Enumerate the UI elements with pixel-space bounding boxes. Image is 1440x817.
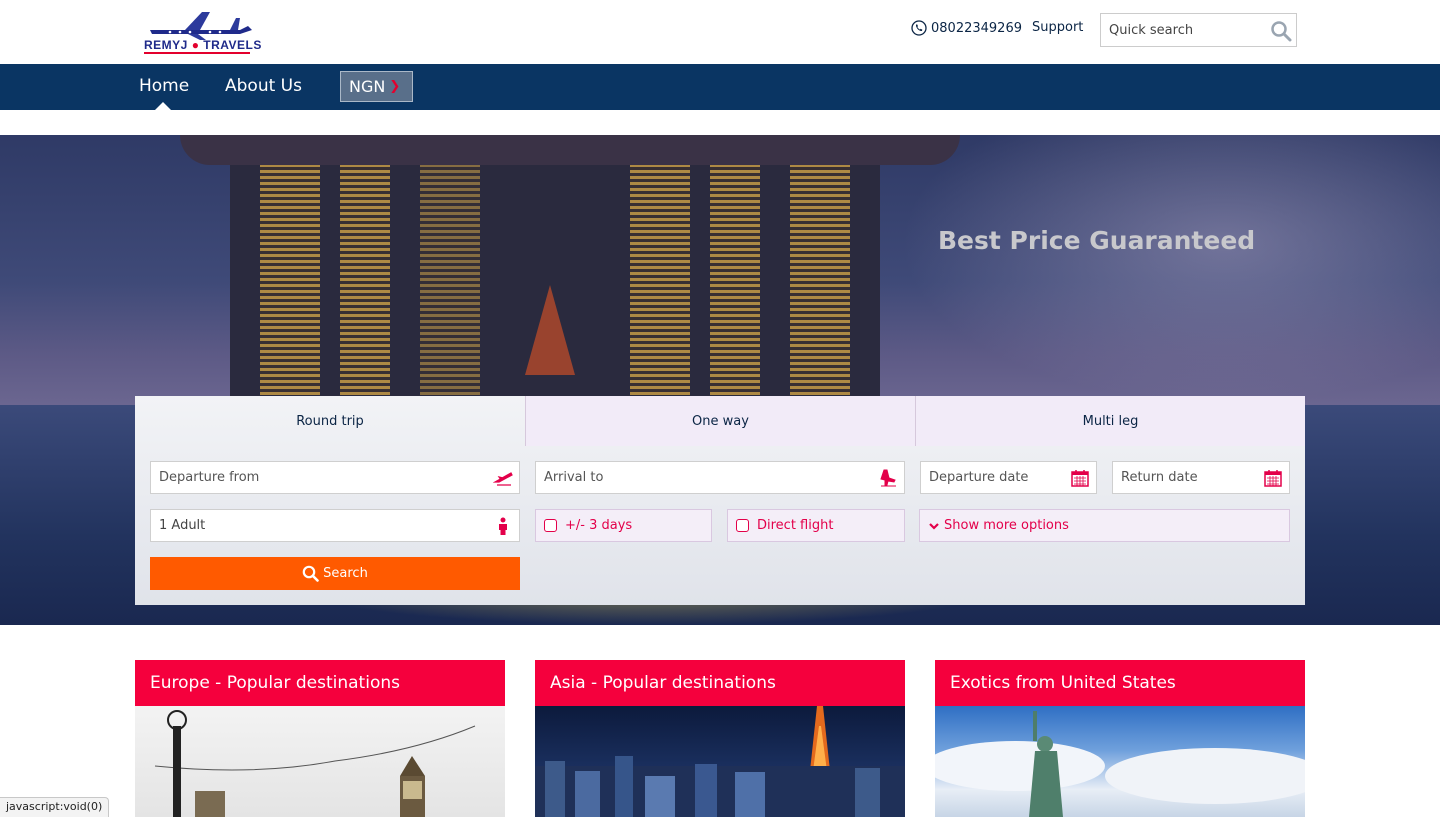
browser-status-bar: javascript:void(0)	[0, 797, 110, 817]
plane-takeoff-icon	[493, 472, 513, 486]
phone-number: 08022349269	[931, 20, 1022, 36]
tab-multi-leg[interactable]: Multi leg	[915, 396, 1305, 446]
plane-landing-icon	[880, 469, 896, 487]
destination-card-title: Exotics from United States	[935, 660, 1305, 706]
logo[interactable]: REMYJ ● TRAVELS	[140, 4, 261, 56]
main-nav: Home About Us NGN ❯	[0, 64, 1440, 110]
return-date-field	[1112, 461, 1290, 494]
arrival-to-input[interactable]	[544, 470, 832, 485]
search-button[interactable]: Search	[150, 557, 520, 590]
nav-about-us[interactable]: About Us	[225, 76, 302, 96]
london-skyline-image	[154, 710, 476, 817]
currency-label: NGN	[349, 77, 386, 96]
hero-window	[260, 155, 320, 395]
departure-from-field	[150, 461, 520, 494]
support-link[interactable]: Support	[1032, 20, 1083, 35]
departure-date-field	[920, 461, 1097, 494]
plane-logo-icon	[150, 12, 252, 40]
chevron-down-icon: ❯	[389, 79, 401, 94]
hero-window	[790, 155, 850, 395]
flexible-days-checkbox[interactable]	[544, 519, 557, 532]
flexible-days-option[interactable]: +/- 3 days	[535, 509, 712, 542]
show-more-options-label: Show more options	[944, 518, 1069, 533]
search-icon[interactable]	[1270, 20, 1292, 42]
show-more-options[interactable]: Show more options	[919, 509, 1290, 542]
statue-of-liberty-image	[935, 711, 1305, 817]
hero-sky	[900, 135, 1440, 405]
top-bar: REMYJ ● TRAVELS 08022349269 Support	[0, 0, 1440, 64]
logo-underline	[144, 52, 250, 54]
direct-flight-checkbox[interactable]	[736, 519, 749, 532]
nav-home[interactable]: Home	[139, 76, 189, 96]
arrival-to-field	[535, 461, 905, 494]
calendar-icon[interactable]	[1070, 468, 1090, 488]
chevron-down-icon	[929, 522, 939, 530]
calendar-icon[interactable]	[1263, 468, 1283, 488]
search-button-label: Search	[323, 566, 368, 581]
active-nav-indicator	[155, 102, 171, 110]
quick-search-input[interactable]	[1101, 14, 1261, 46]
phone-icon	[911, 20, 927, 36]
destination-card-asia[interactable]: Asia - Popular destinations	[535, 660, 905, 817]
departure-from-input[interactable]	[159, 470, 447, 485]
hero-tagline: Best Price Guaranteed	[938, 226, 1256, 255]
tab-round-trip[interactable]: Round trip	[135, 396, 525, 446]
passengers-field[interactable]: 1 Adult	[150, 509, 520, 542]
destination-card-image	[935, 706, 1305, 817]
destination-card-image	[535, 706, 905, 817]
destination-card-title: Asia - Popular destinations	[535, 660, 905, 706]
tokyo-skyline-image	[535, 706, 905, 817]
search-icon	[302, 565, 319, 582]
trip-type-tabs: Round trip One way Multi leg	[135, 396, 1305, 446]
logo-text: REMYJ ● TRAVELS	[144, 38, 262, 52]
phone-contact[interactable]: 08022349269	[911, 20, 1022, 36]
passengers-value: 1 Adult	[159, 518, 206, 533]
hero-roof	[180, 135, 960, 165]
hero-christmas-tree	[525, 285, 575, 375]
direct-flight-label: Direct flight	[757, 518, 834, 533]
destination-card-title: Europe - Popular destinations	[135, 660, 505, 706]
hero-window	[630, 155, 690, 395]
flexible-days-label: +/- 3 days	[565, 518, 633, 533]
quick-search	[1100, 13, 1297, 47]
hero-window	[420, 165, 480, 395]
tab-one-way[interactable]: One way	[525, 396, 915, 446]
destination-card-us[interactable]: Exotics from United States	[935, 660, 1305, 817]
hero-window	[710, 155, 760, 395]
destination-card-europe[interactable]: Europe - Popular destinations	[135, 660, 505, 817]
destination-card-image	[135, 706, 505, 817]
departure-date-input[interactable]	[929, 470, 1063, 485]
return-date-input[interactable]	[1121, 470, 1256, 485]
hero-window	[340, 155, 390, 395]
currency-selector[interactable]: NGN ❯	[340, 71, 413, 102]
direct-flight-option[interactable]: Direct flight	[727, 509, 905, 542]
flight-search-form: Round trip One way Multi leg Departure f…	[135, 396, 1305, 605]
person-icon	[499, 517, 507, 535]
